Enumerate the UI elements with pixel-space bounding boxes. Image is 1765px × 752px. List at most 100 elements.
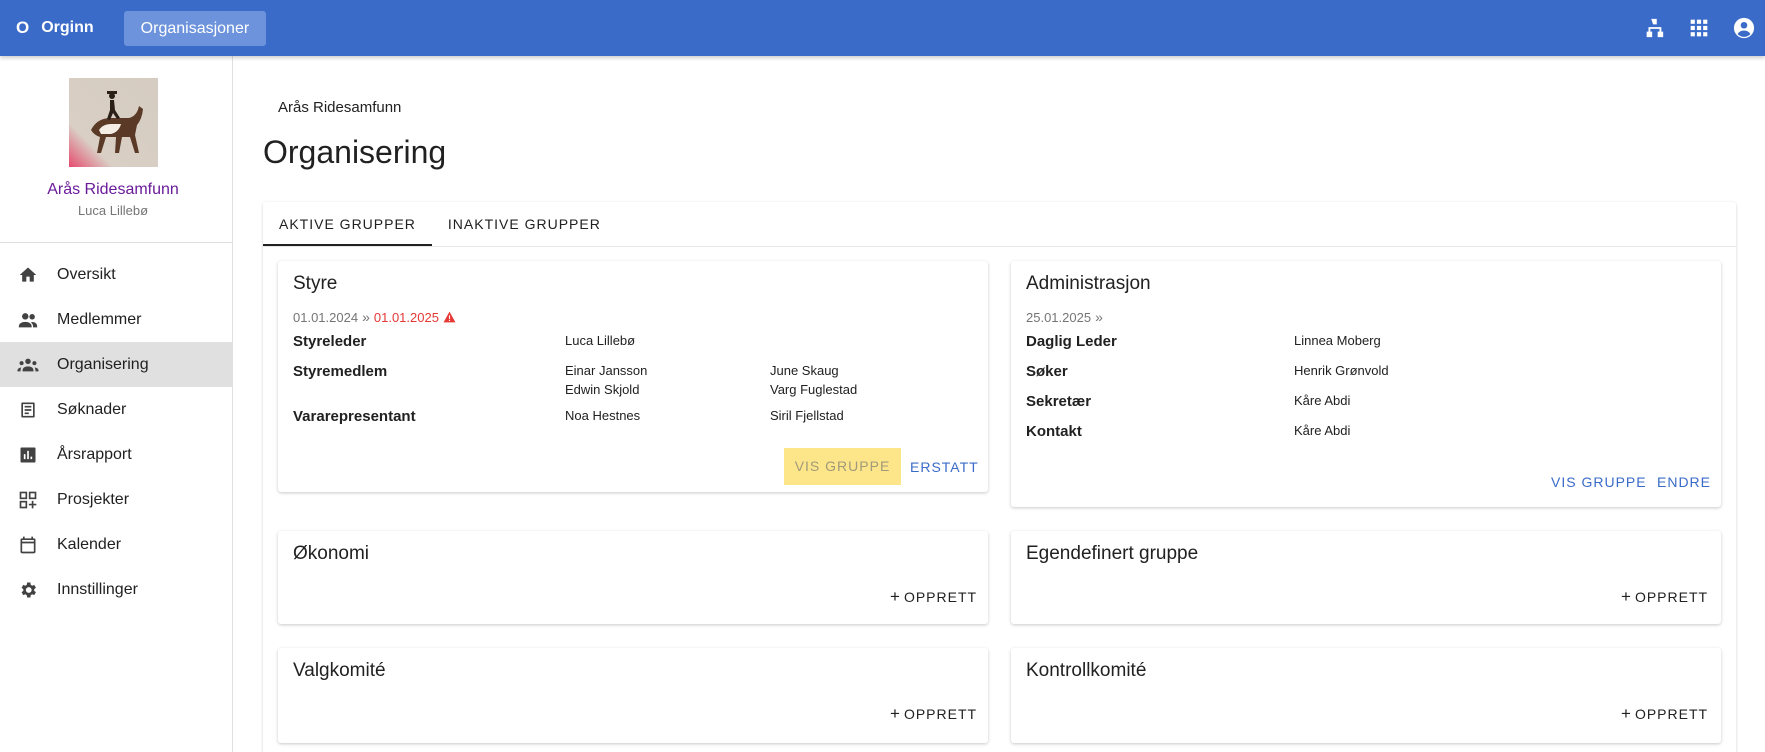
member-name: Luca Lillebø — [565, 333, 636, 348]
group-card-styre: Styre 01.01.2024 » 01.01.2025 Styreleder… — [278, 261, 988, 492]
sidebar-item-label: Prosjekter — [57, 490, 130, 508]
document-icon — [17, 399, 39, 421]
group-card-kontrollkomite: Kontrollkomité + OPPRETT — [1011, 648, 1721, 743]
card-title: Valgkomité — [293, 660, 386, 681]
gear-icon — [17, 579, 39, 601]
sidebar-item-medlemmer[interactable]: Medlemmer — [0, 297, 232, 342]
member-name: Kåre Abdi — [1294, 393, 1351, 408]
plus-icon: + — [890, 587, 901, 606]
opprett-label: OPPRETT — [1634, 706, 1709, 722]
date-start: 25.01.2025 — [1026, 309, 1092, 325]
group-card-valgkomite: Valgkomité + OPPRETT — [278, 648, 988, 743]
sitemap-icon[interactable] — [1642, 16, 1666, 40]
opprett-label: OPPRETT — [903, 589, 978, 605]
date-end: 01.01.2025 — [373, 309, 439, 325]
plus-icon: + — [1621, 704, 1632, 723]
brand-mark: O — [16, 18, 30, 37]
member-name: Henrik Grønvold — [1294, 363, 1389, 378]
opprett-button[interactable]: + OPPRETT — [890, 587, 977, 607]
date-separator: » — [362, 309, 370, 325]
bar-chart-icon — [17, 444, 39, 466]
add-grid-icon — [17, 489, 39, 511]
member-name: Noa Hestnes — [565, 408, 641, 423]
sidebar-item-label: Oversikt — [57, 265, 116, 283]
role-label-sekretaer: Sekretær — [1026, 393, 1092, 410]
page-title: Organisering — [263, 134, 447, 170]
member-name: Kåre Abdi — [1294, 423, 1351, 438]
apps-grid-icon[interactable] — [1687, 16, 1711, 40]
member-name: June Skaug — [770, 363, 839, 378]
organisation-name[interactable]: Arås Ridesamfunn — [0, 181, 226, 199]
role-label-daglig-leder: Daglig Leder — [1026, 333, 1117, 350]
erstatt-button[interactable]: ERSTATT — [910, 459, 979, 475]
tab-aktive-grupper[interactable]: AKTIVE GRUPPER — [263, 202, 432, 246]
user-name: Luca Lillebø — [77, 203, 149, 218]
date-start: 01.01.2024 — [293, 309, 359, 325]
opprett-label: OPPRETT — [903, 706, 978, 722]
date-range: 25.01.2025 » — [1026, 309, 1107, 325]
calendar-icon — [17, 534, 39, 556]
role-label-vararepresentant: Vararepresentant — [293, 408, 416, 425]
breadcrumb[interactable]: Arås Ridesamfunn — [278, 99, 401, 116]
card-title: Administrasjon — [1026, 273, 1151, 294]
tab-bar: AKTIVE GRUPPER INAKTIVE GRUPPER — [263, 202, 617, 246]
group-card-okonomi: Økonomi + OPPRETT — [278, 531, 988, 624]
home-icon — [17, 264, 39, 286]
opprett-button[interactable]: + OPPRETT — [1621, 704, 1708, 724]
member-name: Linnea Moberg — [1294, 333, 1381, 348]
sidebar-nav: Oversikt Medlemmer Organisering Søknader… — [0, 252, 232, 612]
opprett-button[interactable]: + OPPRETT — [1621, 587, 1708, 607]
card-title: Kontrollkomité — [1026, 660, 1147, 681]
date-range: 01.01.2024 » 01.01.2025 — [293, 309, 456, 325]
top-actions — [1642, 0, 1765, 56]
groups-icon — [17, 354, 39, 376]
sidebar-item-organisering[interactable]: Organisering — [0, 342, 232, 387]
card-title: Styre — [293, 273, 338, 294]
sidebar-item-oversikt[interactable]: Oversikt — [0, 252, 232, 297]
sidebar-item-label: Kalender — [57, 535, 122, 553]
tab-inaktive-grupper[interactable]: INAKTIVE GRUPPER — [432, 202, 617, 246]
role-label-styremedlem: Styremedlem — [293, 363, 388, 380]
sidebar-item-label: Medlemmer — [57, 310, 142, 328]
sidebar-item-label: Innstillinger — [57, 580, 138, 598]
sidebar-item-label: Årsrapport — [57, 445, 132, 463]
group-card-administrasjon: Administrasjon 25.01.2025 » Daglig Leder… — [1011, 261, 1721, 507]
role-label-kontakt: Kontakt — [1026, 423, 1082, 440]
date-separator: » — [1095, 309, 1103, 325]
role-label-styreleder: Styreleder — [293, 333, 367, 350]
organisation-logo — [69, 78, 158, 167]
member-name: Varg Fuglestad — [770, 382, 858, 397]
sidebar-item-arsrapport[interactable]: Årsrapport — [0, 432, 232, 477]
people-icon — [17, 309, 39, 331]
plus-icon: + — [1621, 587, 1632, 606]
sidebar-item-innstillinger[interactable]: Innstillinger — [0, 567, 232, 612]
organisations-button[interactable]: Organisasjoner — [123, 10, 267, 46]
tab-divider — [263, 246, 1736, 247]
brand[interactable]: O Orginn — [16, 18, 94, 38]
warning-icon — [443, 311, 456, 323]
member-name: Siril Fjellstad — [770, 408, 844, 423]
sidebar-item-kalender[interactable]: Kalender — [0, 522, 232, 567]
role-label-soker: Søker — [1026, 363, 1068, 380]
vis-gruppe-button[interactable]: VIS GRUPPE — [784, 448, 901, 485]
member-name: Einar Jansson — [565, 363, 648, 378]
top-app-bar: O Orginn Organisasjoner — [0, 0, 1765, 56]
member-name: Edwin Skjold — [565, 382, 640, 397]
account-circle-icon[interactable] — [1732, 16, 1756, 40]
sidebar-item-label: Søknader — [57, 400, 127, 418]
opprett-button[interactable]: + OPPRETT — [890, 704, 977, 724]
vis-gruppe-button[interactable]: VIS GRUPPE — [1551, 474, 1647, 490]
group-card-egendefinert: Egendefinert gruppe + OPPRETT — [1011, 531, 1721, 624]
brand-name: Orginn — [41, 19, 94, 36]
sidebar-item-soknader[interactable]: Søknader — [0, 387, 232, 432]
card-title: Økonomi — [293, 543, 370, 564]
sidebar: Arås Ridesamfunn Luca Lillebø Oversikt M… — [0, 56, 233, 752]
endre-button[interactable]: ENDRE — [1657, 474, 1711, 490]
card-title: Egendefinert gruppe — [1026, 543, 1199, 564]
sidebar-item-label: Organisering — [57, 355, 149, 373]
groups-panel: AKTIVE GRUPPER INAKTIVE GRUPPER Styre 01… — [263, 202, 1736, 752]
opprett-label: OPPRETT — [1634, 589, 1709, 605]
sidebar-divider — [0, 242, 232, 243]
plus-icon: + — [890, 704, 901, 723]
sidebar-item-prosjekter[interactable]: Prosjekter — [0, 477, 232, 522]
